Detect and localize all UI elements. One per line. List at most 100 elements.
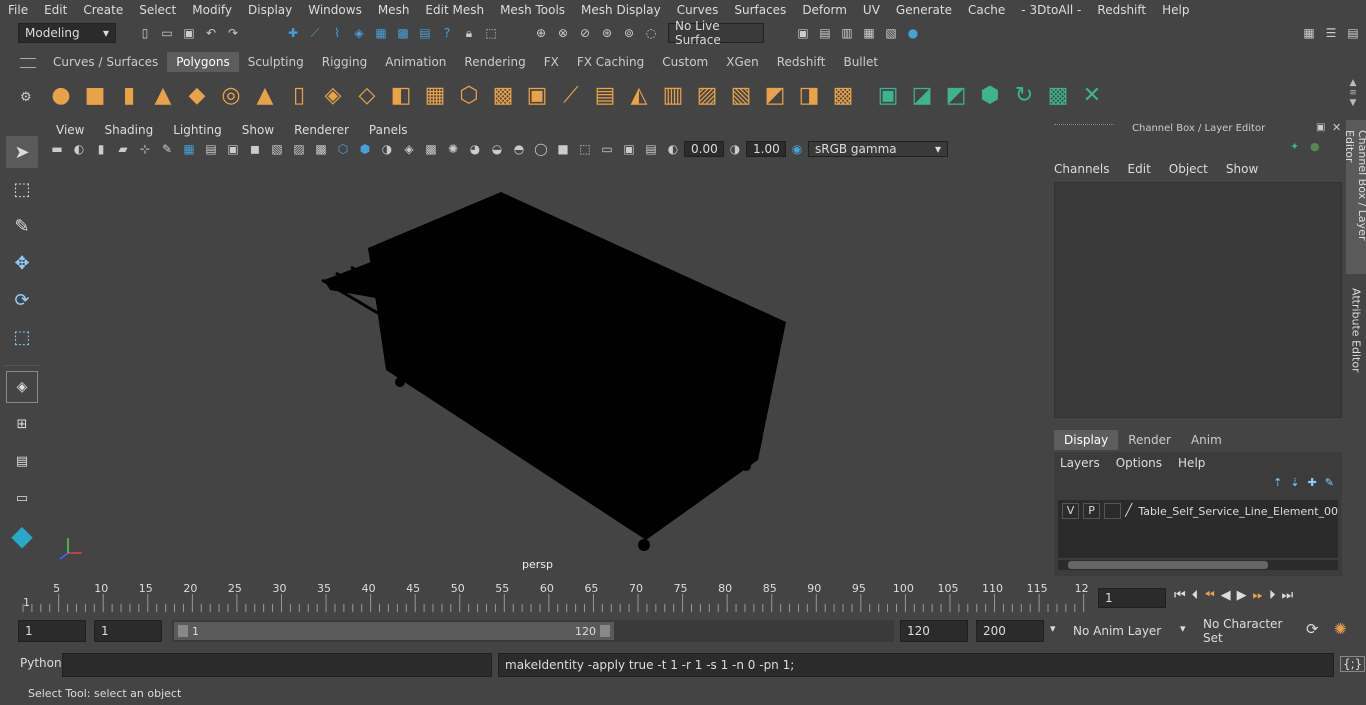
gamma-icon[interactable]: ◑ [726, 140, 744, 158]
snap-curve-icon[interactable]: ⌇ [328, 24, 346, 42]
layer-menu-help[interactable]: Help [1178, 456, 1205, 470]
tab-polygons[interactable]: Polygons [167, 52, 239, 72]
viewport-menu-lighting[interactable]: Lighting [163, 123, 232, 137]
shelf-scroll-icon[interactable]: ▲ ≡ ▼ [1346, 78, 1360, 110]
pyramid-icon[interactable]: ▲ [251, 81, 279, 109]
menu-file[interactable]: File [0, 3, 36, 17]
bevel-icon[interactable]: ◩ [761, 81, 789, 109]
render-current-icon[interactable]: ▣ [794, 24, 812, 42]
new-scene-icon[interactable]: ▯ [136, 24, 154, 42]
undo-icon[interactable]: ↶ [202, 24, 220, 42]
fill-hole-icon[interactable]: ◭ [625, 81, 653, 109]
tab-rendering[interactable]: Rendering [455, 52, 534, 72]
render-view-icon[interactable]: ▥ [838, 24, 856, 42]
wireframe-icon[interactable]: ▦ [180, 140, 198, 158]
menu-windows[interactable]: Windows [300, 3, 370, 17]
toggle-panel-icon[interactable]: ▤ [1344, 24, 1362, 42]
menu-cache[interactable]: Cache [960, 3, 1013, 17]
select-by-component-icon[interactable]: ⟋ [306, 24, 324, 42]
tab-curves-surfaces[interactable]: Curves / Surfaces [44, 52, 167, 72]
anim-layer-field[interactable]: No Anim Layer [1066, 620, 1178, 642]
reflection-icon[interactable]: ◌ [642, 24, 660, 42]
tab-animation[interactable]: Animation [376, 52, 455, 72]
menu-help[interactable]: Help [1154, 3, 1197, 17]
layer-color-icon[interactable]: ╱ [1125, 503, 1138, 519]
rotate-tool-icon[interactable]: ⟳ [6, 284, 38, 316]
bookmark-icon[interactable]: ▮ [92, 140, 110, 158]
end-frame-field[interactable]: 200 [976, 620, 1044, 642]
move-layer-down-icon[interactable]: ⇣ [1290, 476, 1299, 489]
shelf-menu-icon[interactable] [20, 58, 36, 68]
average-icon[interactable]: ▩ [489, 81, 517, 109]
layer-hscrollbar[interactable] [1058, 560, 1338, 570]
new-layer-selected-icon[interactable]: ✎ [1325, 476, 1334, 489]
tab-attribute-editor[interactable]: Attribute Editor [1346, 284, 1366, 384]
render-sequence-icon[interactable]: ▤ [816, 24, 834, 42]
go-to-start-icon[interactable]: ⏮ [1174, 588, 1186, 603]
antialias-icon[interactable]: ◯ [532, 140, 550, 158]
timeline-ruler[interactable]: 5 10 15 20 25 30 35 40 45 50 55 60 65 70 75 80 85 90 95 100… [20, 582, 1092, 612]
anim-layer-dropdown[interactable]: ▾ [1050, 622, 1056, 635]
float-icon[interactable]: ▣ [1316, 122, 1325, 133]
table-model[interactable] [321, 192, 786, 551]
cone-icon[interactable]: ▲ [149, 81, 177, 109]
ambient-occlusion-icon[interactable]: ◒ [488, 140, 506, 158]
select-tool-icon[interactable]: ➤ [6, 136, 38, 168]
gate-mask-icon[interactable]: ◼ [246, 140, 264, 158]
boolean-icon[interactable]: ▦ [421, 81, 449, 109]
play-forward-icon[interactable]: ▶ [1237, 588, 1247, 603]
combine-icon[interactable]: ◈ [319, 81, 347, 109]
safe-title-icon[interactable]: ▩ [312, 140, 330, 158]
channel-menu-channels[interactable]: Channels [1054, 162, 1110, 176]
xray-icon[interactable]: ▩ [422, 140, 440, 158]
tab-bullet[interactable]: Bullet [834, 52, 887, 72]
textured-icon[interactable]: ◈ [400, 140, 418, 158]
film-gate-icon[interactable]: ✎ [158, 140, 176, 158]
unfold-icon[interactable]: ↻ [1010, 81, 1038, 109]
menu-create[interactable]: Create [75, 3, 131, 17]
tab-xgen[interactable]: XGen [717, 52, 768, 72]
menu-edit[interactable]: Edit [36, 3, 75, 17]
resolution-gate-icon[interactable]: ▣ [224, 140, 242, 158]
snap-point-icon[interactable]: ◈ [350, 24, 368, 42]
panel-grip[interactable] [1054, 124, 1114, 130]
menu-curves[interactable]: Curves [669, 3, 727, 17]
go-to-end-icon[interactable]: ⏭ [1282, 588, 1294, 603]
menu-mesh-display[interactable]: Mesh Display [573, 3, 669, 17]
viewport-menu-shading[interactable]: Shading [94, 123, 163, 137]
menu-uv[interactable]: UV [855, 3, 888, 17]
play-backward-icon[interactable]: ◀ [1221, 588, 1231, 603]
wireframe-shade-icon[interactable]: ⬡ [334, 140, 352, 158]
move-layer-up-icon[interactable]: ⇡ [1273, 476, 1282, 489]
menu-select[interactable]: Select [131, 3, 184, 17]
tab-channel-box[interactable]: Channel Box / Layer Editor [1343, 120, 1366, 274]
step-back-frame-icon[interactable]: ⏴︎ [1192, 588, 1199, 603]
exposure-icon[interactable]: ◐ [664, 140, 682, 158]
hud-icon[interactable]: ▤ [642, 140, 660, 158]
tab-fx[interactable]: FX [535, 52, 568, 72]
step-forward-frame-icon[interactable]: ⏵︎ [1269, 588, 1276, 603]
hypershade-icon[interactable]: ● [904, 24, 922, 42]
auto-key-icon[interactable]: ⟳ [1306, 620, 1319, 638]
snap-together-icon[interactable]: ⊕ [532, 24, 550, 42]
layer-menu-layers[interactable]: Layers [1060, 456, 1100, 470]
menu-generate[interactable]: Generate [888, 3, 960, 17]
char-set-dropdown[interactable]: ▾ [1180, 622, 1186, 635]
tab-custom[interactable]: Custom [653, 52, 717, 72]
step-back-key-icon[interactable]: ⏪︎ [1204, 588, 1214, 603]
range-start-handle[interactable] [178, 625, 188, 637]
shadows-icon[interactable]: ◕ [466, 140, 484, 158]
menu-mesh-tools[interactable]: Mesh Tools [492, 3, 573, 17]
torus-icon[interactable]: ◎ [217, 81, 245, 109]
step-forward-key-icon[interactable]: ⏩︎ [1253, 588, 1263, 603]
layer-display-type[interactable] [1104, 503, 1122, 519]
gamma-field[interactable]: 1.00 [746, 141, 786, 157]
uv-editor-icon[interactable]: ▣ [874, 81, 902, 109]
image-plane-icon[interactable]: ▰ [114, 140, 132, 158]
automatic-map-icon[interactable]: ⬢ [976, 81, 1004, 109]
move-tool-icon[interactable]: ✥ [6, 247, 38, 279]
tab-rigging[interactable]: Rigging [313, 52, 376, 72]
color-management-icon[interactable]: ◉ [788, 140, 806, 158]
field-chart-icon[interactable]: ▧ [268, 140, 286, 158]
layer-visibility-toggle[interactable]: V [1062, 503, 1080, 519]
